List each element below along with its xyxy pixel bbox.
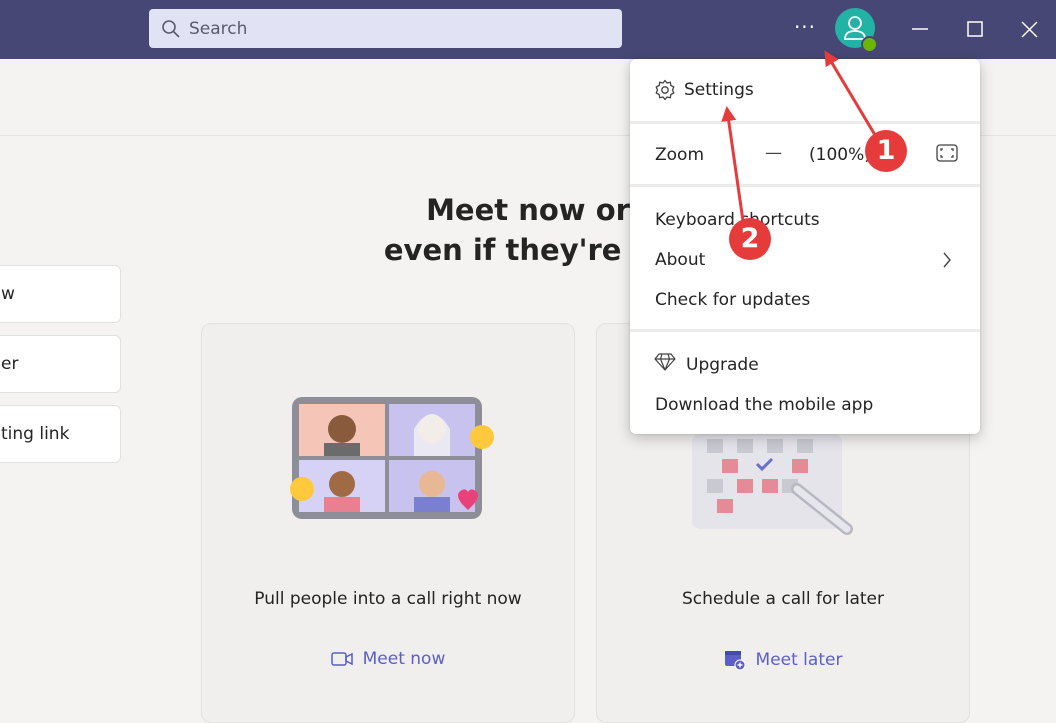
annotation-badge-1: 1 <box>865 130 907 172</box>
annotation-badge-2: 2 <box>729 218 771 260</box>
annotation-arrow-2 <box>721 106 746 229</box>
annotation-arrow-1 <box>824 50 880 141</box>
annotation-arrows <box>721 50 880 229</box>
